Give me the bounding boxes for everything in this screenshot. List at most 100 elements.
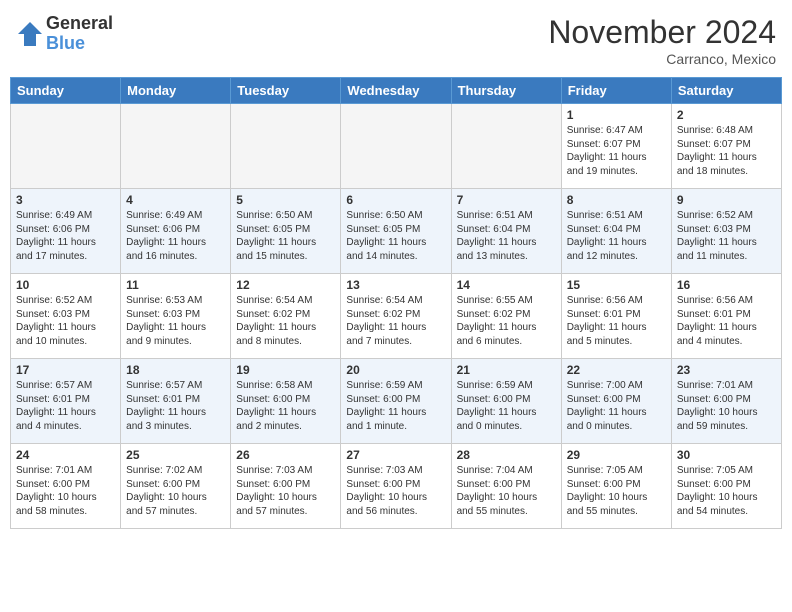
calendar-day: 11 Sunrise: 6:53 AM Sunset: 6:03 PM Dayli… [121, 274, 231, 359]
calendar-day: 3 Sunrise: 6:49 AM Sunset: 6:06 PM Daylig… [11, 189, 121, 274]
calendar-week-row: 1 Sunrise: 6:47 AM Sunset: 6:07 PM Daylig… [11, 104, 782, 189]
logo-icon [16, 20, 44, 48]
calendar-day: 13 Sunrise: 6:54 AM Sunset: 6:02 PM Dayli… [341, 274, 451, 359]
day-number: 24 [16, 448, 115, 462]
day-info: Sunrise: 7:05 AM Sunset: 6:00 PM Dayligh… [677, 464, 776, 518]
day-info: Sunrise: 6:56 AM Sunset: 6:01 PM Dayligh… [567, 294, 666, 348]
page-header: General Blue November 2024 Carranco, Mex… [10, 10, 782, 71]
weekday-header-row: SundayMondayTuesdayWednesdayThursdayFrid… [11, 78, 782, 104]
day-info: Sunrise: 7:01 AM Sunset: 6:00 PM Dayligh… [677, 379, 776, 433]
calendar-day: 22 Sunrise: 7:00 AM Sunset: 6:00 PM Dayli… [561, 359, 671, 444]
day-info: Sunrise: 7:01 AM Sunset: 6:00 PM Dayligh… [16, 464, 115, 518]
day-number: 28 [457, 448, 556, 462]
calendar-header: SundayMondayTuesdayWednesdayThursdayFrid… [11, 78, 782, 104]
day-info: Sunrise: 6:50 AM Sunset: 6:05 PM Dayligh… [346, 209, 445, 263]
day-info: Sunrise: 6:49 AM Sunset: 6:06 PM Dayligh… [126, 209, 225, 263]
calendar-day: 18 Sunrise: 6:57 AM Sunset: 6:01 PM Dayli… [121, 359, 231, 444]
calendar-day: 1 Sunrise: 6:47 AM Sunset: 6:07 PM Daylig… [561, 104, 671, 189]
day-number: 9 [677, 193, 776, 207]
calendar-day: 4 Sunrise: 6:49 AM Sunset: 6:06 PM Daylig… [121, 189, 231, 274]
day-number: 17 [16, 363, 115, 377]
logo: General Blue [16, 14, 113, 54]
calendar-day [231, 104, 341, 189]
calendar-day: 10Sunrise: 6:52 AM Sunset: 6:03 PM Dayli… [11, 274, 121, 359]
weekday-header-saturday: Saturday [671, 78, 781, 104]
day-info: Sunrise: 6:59 AM Sunset: 6:00 PM Dayligh… [346, 379, 445, 433]
day-info: Sunrise: 7:05 AM Sunset: 6:00 PM Dayligh… [567, 464, 666, 518]
day-number: 27 [346, 448, 445, 462]
day-number: 3 [16, 193, 115, 207]
calendar-day: 24 Sunrise: 7:01 AM Sunset: 6:00 PM Dayli… [11, 444, 121, 529]
day-info: Sunrise: 6:54 AM Sunset: 6:02 PM Dayligh… [346, 294, 445, 348]
logo-general: General [46, 14, 113, 34]
calendar-day: 30 Sunrise: 7:05 AM Sunset: 6:00 PM Dayli… [671, 444, 781, 529]
calendar-day: 28Sunrise: 7:04 AM Sunset: 6:00 PM Dayli… [451, 444, 561, 529]
day-number: 4 [126, 193, 225, 207]
calendar-day: 23 Sunrise: 7:01 AM Sunset: 6:00 PM Dayli… [671, 359, 781, 444]
weekday-header-monday: Monday [121, 78, 231, 104]
day-info: Sunrise: 6:56 AM Sunset: 6:01 PM Dayligh… [677, 294, 776, 348]
calendar-week-row: 10Sunrise: 6:52 AM Sunset: 6:03 PM Dayli… [11, 274, 782, 359]
day-number: 26 [236, 448, 335, 462]
day-number: 15 [567, 278, 666, 292]
calendar-day: 14Sunrise: 6:55 AM Sunset: 6:02 PM Dayli… [451, 274, 561, 359]
weekday-header-friday: Friday [561, 78, 671, 104]
day-number: 22 [567, 363, 666, 377]
day-number: 30 [677, 448, 776, 462]
weekday-header-tuesday: Tuesday [231, 78, 341, 104]
day-info: Sunrise: 6:52 AM Sunset: 6:03 PM Dayligh… [677, 209, 776, 263]
logo-blue: Blue [46, 34, 113, 54]
calendar-day: 25Sunrise: 7:02 AM Sunset: 6:00 PM Dayli… [121, 444, 231, 529]
day-number: 7 [457, 193, 556, 207]
day-info: Sunrise: 7:03 AM Sunset: 6:00 PM Dayligh… [346, 464, 445, 518]
weekday-header-sunday: Sunday [11, 78, 121, 104]
day-info: Sunrise: 6:53 AM Sunset: 6:03 PM Dayligh… [126, 294, 225, 348]
calendar-day: 2 Sunrise: 6:48 AM Sunset: 6:07 PM Daylig… [671, 104, 781, 189]
calendar-day: 15 Sunrise: 6:56 AM Sunset: 6:01 PM Dayli… [561, 274, 671, 359]
calendar-day: 26 Sunrise: 7:03 AM Sunset: 6:00 PM Dayli… [231, 444, 341, 529]
day-number: 10 [16, 278, 115, 292]
day-number: 11 [126, 278, 225, 292]
day-info: Sunrise: 6:57 AM Sunset: 6:01 PM Dayligh… [126, 379, 225, 433]
day-number: 20 [346, 363, 445, 377]
calendar-day: 17 Sunrise: 6:57 AM Sunset: 6:01 PM Dayli… [11, 359, 121, 444]
day-number: 1 [567, 108, 666, 122]
day-info: Sunrise: 6:57 AM Sunset: 6:01 PM Dayligh… [16, 379, 115, 433]
day-number: 18 [126, 363, 225, 377]
day-number: 29 [567, 448, 666, 462]
day-info: Sunrise: 6:51 AM Sunset: 6:04 PM Dayligh… [457, 209, 556, 263]
day-info: Sunrise: 6:50 AM Sunset: 6:05 PM Dayligh… [236, 209, 335, 263]
calendar-table: SundayMondayTuesdayWednesdayThursdayFrid… [10, 77, 782, 529]
calendar-day: 6 Sunrise: 6:50 AM Sunset: 6:05 PM Daylig… [341, 189, 451, 274]
calendar-day: 27 Sunrise: 7:03 AM Sunset: 6:00 PM Dayli… [341, 444, 451, 529]
logo-text: General Blue [46, 14, 113, 54]
day-number: 21 [457, 363, 556, 377]
day-info: Sunrise: 7:00 AM Sunset: 6:00 PM Dayligh… [567, 379, 666, 433]
day-info: Sunrise: 7:03 AM Sunset: 6:00 PM Dayligh… [236, 464, 335, 518]
day-number: 6 [346, 193, 445, 207]
calendar-week-row: 3 Sunrise: 6:49 AM Sunset: 6:06 PM Daylig… [11, 189, 782, 274]
calendar-day [121, 104, 231, 189]
day-number: 23 [677, 363, 776, 377]
day-number: 2 [677, 108, 776, 122]
day-number: 5 [236, 193, 335, 207]
calendar-day: 19Sunrise: 6:58 AM Sunset: 6:00 PM Dayli… [231, 359, 341, 444]
day-info: Sunrise: 6:59 AM Sunset: 6:00 PM Dayligh… [457, 379, 556, 433]
calendar-day: 16 Sunrise: 6:56 AM Sunset: 6:01 PM Dayli… [671, 274, 781, 359]
day-info: Sunrise: 6:48 AM Sunset: 6:07 PM Dayligh… [677, 124, 776, 178]
day-number: 19 [236, 363, 335, 377]
day-number: 8 [567, 193, 666, 207]
calendar-day [451, 104, 561, 189]
day-number: 14 [457, 278, 556, 292]
day-info: Sunrise: 6:49 AM Sunset: 6:06 PM Dayligh… [16, 209, 115, 263]
calendar-day [11, 104, 121, 189]
day-number: 13 [346, 278, 445, 292]
calendar-day: 8Sunrise: 6:51 AM Sunset: 6:04 PM Daylig… [561, 189, 671, 274]
calendar-day: 12Sunrise: 6:54 AM Sunset: 6:02 PM Dayli… [231, 274, 341, 359]
calendar-day [341, 104, 451, 189]
calendar-day: 7 Sunrise: 6:51 AM Sunset: 6:04 PM Daylig… [451, 189, 561, 274]
day-number: 25 [126, 448, 225, 462]
calendar-day: 9 Sunrise: 6:52 AM Sunset: 6:03 PM Daylig… [671, 189, 781, 274]
day-info: Sunrise: 6:47 AM Sunset: 6:07 PM Dayligh… [567, 124, 666, 178]
day-number: 16 [677, 278, 776, 292]
